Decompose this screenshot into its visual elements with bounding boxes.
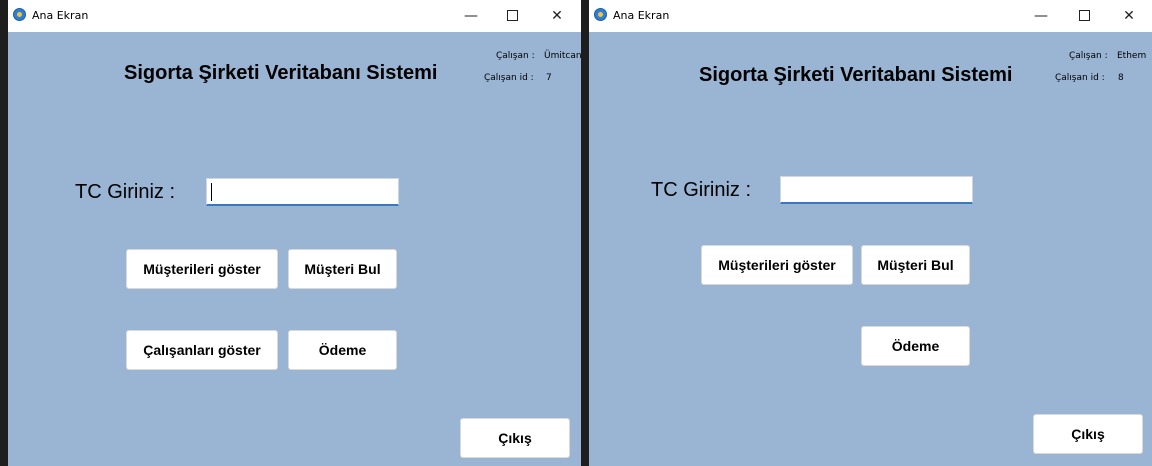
main-window-1: Ana Ekran — ✕ Sigorta Şirketi Veritabanı…: [8, 0, 581, 466]
minimize-icon[interactable]: —: [1023, 0, 1059, 32]
page-title: Sigorta Şirketi Veritabanı Sistemi: [124, 62, 438, 84]
tc-label: TC Giriniz :: [75, 181, 175, 203]
text-caret: [211, 183, 212, 201]
maximize-icon[interactable]: [1066, 0, 1102, 32]
payment-button[interactable]: Ödeme: [288, 330, 397, 370]
employee-name: Ümitcan: [544, 51, 581, 61]
show-customers-button[interactable]: Müşterileri göster: [126, 249, 278, 289]
employee-label: Çalışan :: [496, 51, 535, 61]
app-icon: [594, 8, 607, 21]
tc-input[interactable]: [206, 178, 399, 206]
title-bar[interactable]: Ana Ekran — ✕: [8, 0, 581, 32]
exit-button[interactable]: Çıkış: [1033, 414, 1143, 454]
title-bar[interactable]: Ana Ekran — ✕: [589, 0, 1152, 32]
window-title: Ana Ekran: [613, 9, 670, 22]
show-employees-button[interactable]: Çalışanları göster: [126, 330, 278, 370]
find-customer-button[interactable]: Müşteri Bul: [288, 249, 397, 289]
employee-id: 8: [1118, 73, 1124, 83]
tc-label: TC Giriniz :: [651, 179, 751, 201]
maximize-icon[interactable]: [494, 0, 530, 32]
page-title: Sigorta Şirketi Veritabanı Sistemi: [699, 64, 1013, 86]
close-icon[interactable]: ✕: [539, 0, 575, 32]
employee-id: 7: [546, 73, 552, 83]
exit-button[interactable]: Çıkış: [460, 418, 570, 458]
app-icon: [13, 8, 26, 21]
close-icon[interactable]: ✕: [1111, 0, 1147, 32]
window-title: Ana Ekran: [32, 9, 89, 22]
minimize-icon[interactable]: —: [453, 0, 489, 32]
show-customers-button[interactable]: Müşterileri göster: [701, 245, 853, 285]
employee-name: Ethem: [1117, 51, 1147, 61]
tc-input[interactable]: [780, 176, 973, 204]
main-window-2: Ana Ekran — ✕ Sigorta Şirketi Veritabanı…: [589, 0, 1152, 466]
find-customer-button[interactable]: Müşteri Bul: [861, 245, 970, 285]
employee-label: Çalışan :: [1069, 51, 1108, 61]
payment-button[interactable]: Ödeme: [861, 326, 970, 366]
employee-id-label: Çalışan id :: [1055, 73, 1105, 83]
employee-id-label: Çalışan id :: [484, 73, 534, 83]
